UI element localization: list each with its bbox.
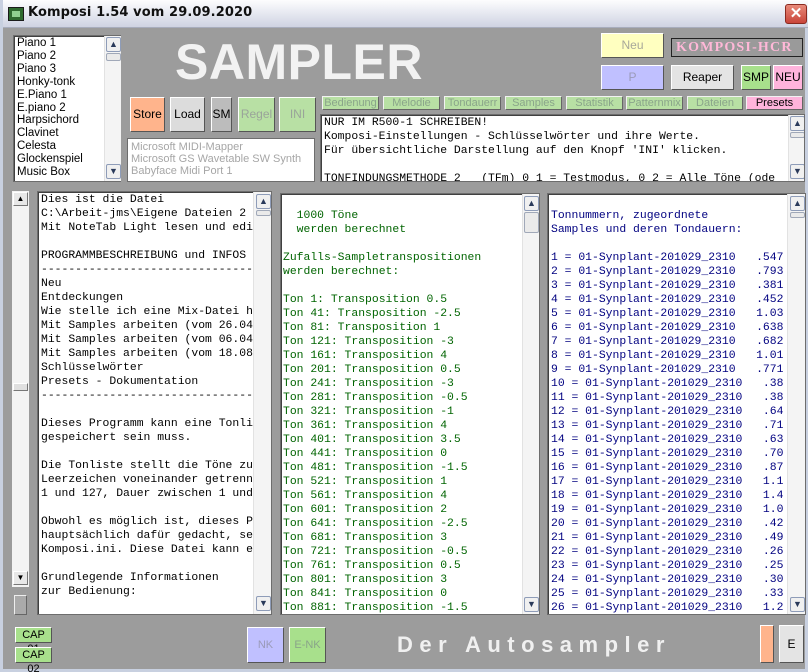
folder-music-icon [8, 7, 24, 21]
e-button[interactable]: E [779, 625, 804, 663]
instrument-list-items: Piano 1 Piano 2 Piano 3 Honky-tonk E.Piano 1… [17, 37, 83, 179]
scroll-thumb[interactable] [790, 212, 805, 218]
small-toggle-button[interactable] [14, 595, 27, 615]
transposition-scrollbar[interactable]: ▲ ▼ [522, 194, 539, 614]
midi-port-item[interactable]: Babyface Midi Port 1 [131, 165, 311, 177]
midi-port-item[interactable]: Microsoft MIDI-Mapper [131, 141, 311, 153]
instrument-list[interactable]: Piano 1 Piano 2 Piano 3 Honky-tonk E.Piano 1… [13, 35, 121, 182]
instrument-list-item[interactable]: E.piano 2 [17, 102, 83, 115]
tab-statistik[interactable]: Statistik [566, 96, 623, 110]
instrument-list-item[interactable]: Clavinet [17, 127, 83, 140]
ini-text: NUR IM R500-1 SCHREIBEN! Komposi-Einstel… [324, 117, 776, 182]
sm-button[interactable]: SM [211, 97, 232, 132]
samples-text: Tonnummern, zugeordnete Samples und dere… [551, 210, 784, 614]
instrument-list-item[interactable]: Harpsichord [17, 114, 83, 127]
scroll-up-icon[interactable]: ▲ [106, 37, 121, 52]
transposition-text-area[interactable]: 1000 Töne werden berechnet Zufalls-Sampl… [280, 193, 540, 615]
documentation-text-area[interactable]: Dies ist die Datei C:\Arbeit-jms\Eigene … [37, 191, 272, 615]
tab-bedienung[interactable]: Bedienung [322, 96, 379, 110]
ini-button[interactable]: INI [279, 97, 316, 132]
instrument-list-item[interactable]: Piano 1 [17, 37, 83, 50]
load-button[interactable]: Load [170, 97, 205, 132]
ini-text-area[interactable]: NUR IM R500-1 SCHREIBEN! Komposi-Einstel… [320, 114, 805, 182]
reaper-button[interactable]: Reaper [671, 65, 734, 90]
scroll-thumb[interactable] [524, 212, 539, 233]
nk-button[interactable]: NK [247, 627, 284, 663]
scroll-down-icon[interactable]: ▼ [524, 597, 539, 612]
scroll-up-icon[interactable]: ▲ [524, 196, 539, 211]
scroll-up-icon[interactable]: ▲ [13, 192, 28, 206]
title-bar: Komposi 1.54 vom 29.09.2020 ✕ [3, 0, 808, 28]
scroll-up-icon[interactable]: ▲ [256, 194, 271, 209]
regel-button[interactable]: Regel [238, 97, 275, 132]
samples-text-area[interactable]: Tonnummern, zugeordnete Samples und dere… [547, 193, 806, 615]
tab-dateien[interactable]: Dateien [687, 96, 743, 110]
cap02-button[interactable]: CAP 02 [15, 647, 52, 672]
tab-presets[interactable]: Presets [746, 96, 803, 110]
smp-button[interactable]: SMP [741, 65, 771, 90]
instrument-list-item[interactable]: Piano 2 [17, 50, 83, 63]
scroll-thumb[interactable] [13, 383, 28, 391]
p-button[interactable]: P [601, 65, 664, 90]
main-window: Komposi 1.54 vom 29.09.2020 ✕ Piano 1 Pia… [0, 0, 808, 672]
store-button[interactable]: Store [130, 97, 165, 132]
documentation-text: Dies ist die Datei C:\Arbeit-jms\Eigene … [41, 194, 260, 598]
midi-port-item[interactable]: Microsoft GS Wavetable SW Synth [131, 153, 311, 165]
cap01-button[interactable]: CAP 01 [15, 627, 52, 655]
scroll-down-icon[interactable]: ▼ [106, 164, 121, 179]
instrument-list-item[interactable]: Glockenspiel [17, 153, 83, 166]
brand-label: KOMPOSI-HCR [671, 38, 803, 57]
sampler-title: SAMPLER [175, 34, 423, 90]
instrument-list-item[interactable]: Piano 3 [17, 63, 83, 76]
neu-upper-button[interactable]: NEU [773, 65, 803, 90]
scroll-down-icon[interactable]: ▼ [256, 596, 271, 611]
tab-melodie[interactable]: Melodie [383, 96, 440, 110]
scroll-up-icon[interactable]: ▲ [790, 116, 804, 131]
tab-tondauer[interactable]: Tondauerr [444, 96, 501, 110]
window-title: Komposi 1.54 vom 29.09.2020 [28, 5, 253, 20]
autosampler-title: Der Autosampler [397, 632, 671, 657]
scroll-down-icon[interactable]: ▼ [13, 571, 28, 585]
documentation-scrollbar[interactable]: ▲ ▼ [253, 192, 271, 614]
close-icon: ✕ [789, 5, 803, 22]
neu-button[interactable]: Neu [601, 33, 664, 58]
scroll-down-icon[interactable]: ▼ [790, 164, 804, 179]
instrument-list-item[interactable]: Celesta [17, 140, 83, 153]
instrument-list-item[interactable]: Honky-tonk [17, 76, 83, 89]
transposition-text: 1000 Töne werden berechnet Zufalls-Sampl… [283, 210, 482, 614]
samples-scrollbar[interactable]: ▲ ▼ [787, 194, 805, 614]
color-indicator-button[interactable] [760, 625, 774, 663]
midi-port-list[interactable]: Microsoft MIDI-Mapper Microsoft GS Wavet… [127, 138, 315, 182]
tab-samples[interactable]: Samples [505, 96, 562, 110]
left-scrollbar[interactable]: ▲ ▼ [12, 191, 29, 587]
ini-scrollbar[interactable]: ▲ ▼ [788, 115, 804, 181]
instrument-list-scrollbar[interactable]: ▲ ▼ [104, 36, 121, 181]
scroll-down-icon[interactable]: ▼ [790, 597, 805, 612]
instrument-list-item[interactable]: E.Piano 1 [17, 89, 83, 102]
scroll-up-icon[interactable]: ▲ [790, 196, 805, 211]
tab-patternmix[interactable]: Patternmix [626, 96, 683, 110]
enk-button[interactable]: E-NK [289, 627, 326, 663]
scroll-thumb[interactable] [256, 210, 271, 216]
scroll-thumb[interactable] [790, 132, 804, 138]
close-button[interactable]: ✕ [785, 4, 807, 24]
instrument-list-item[interactable]: Music Box [17, 166, 83, 179]
scroll-thumb[interactable] [106, 53, 121, 61]
